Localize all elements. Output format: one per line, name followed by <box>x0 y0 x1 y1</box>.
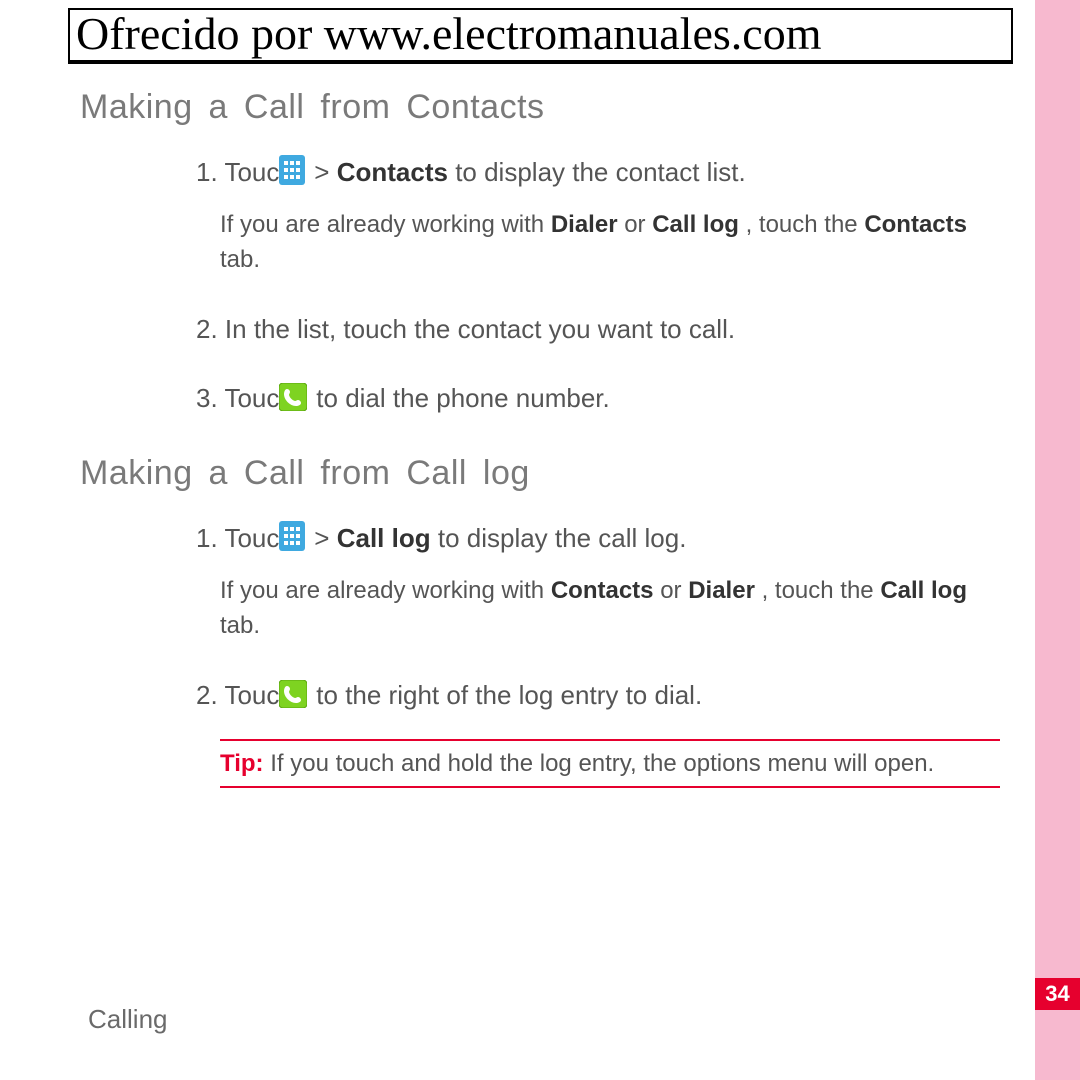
text: to display the contact list. <box>455 157 745 187</box>
bold-text: Contacts <box>337 157 448 187</box>
side-strip <box>1035 0 1080 1080</box>
apps-grid-icon <box>303 155 305 194</box>
text: > <box>314 523 336 553</box>
text: to the right of the log entry to dial. <box>316 680 702 710</box>
tip-callout: Tip: If you touch and hold the log entry… <box>220 739 1000 789</box>
apps-grid-icon <box>303 521 305 560</box>
section-title-calllog: Making a Call from Call log <box>80 454 1000 493</box>
text: to display the call log. <box>438 523 687 553</box>
bold-text: Call log <box>880 577 967 604</box>
step-b2: 2. Touch to the right of the log entry t… <box>80 678 1000 717</box>
bold-text: Dialer <box>551 211 618 238</box>
bold-text: Call log <box>652 211 739 238</box>
text: If you are already working with <box>220 577 551 604</box>
bold-text: Call log <box>337 523 431 553</box>
section-title-contacts: Making a Call from Contacts <box>80 88 1000 127</box>
step-a1: 1. Touch > Contacts to display the conta… <box>80 155 1000 194</box>
text: to dial the phone number. <box>316 383 609 413</box>
step-a3: 3. Touch to dial the phone number. <box>80 381 1000 420</box>
text: , touch the <box>746 211 865 238</box>
phone-call-icon <box>303 680 307 717</box>
text: tab. <box>220 246 260 273</box>
text: If you are already working with <box>220 211 551 238</box>
text: > <box>314 157 336 187</box>
text: or <box>624 211 652 238</box>
page-content: Making a Call from Contacts 1. Touch > C… <box>80 70 1000 788</box>
step-a1-note: If you are already working with Dialer o… <box>80 208 1000 278</box>
tip-text: If you touch and hold the log entry, the… <box>270 750 934 777</box>
step-b1-note: If you are already working with Contacts… <box>80 574 1000 644</box>
bold-text: Dialer <box>688 577 755 604</box>
text: , touch the <box>762 577 881 604</box>
bold-text: Contacts <box>551 577 654 604</box>
text: tab. <box>220 612 260 639</box>
text: or <box>660 577 688 604</box>
step-a2: 2. In the list, touch the contact you wa… <box>80 312 1000 347</box>
header-banner: Ofrecido por www.electromanuales.com <box>68 8 1013 64</box>
tip-label: Tip: <box>220 750 270 777</box>
step-b1: 1. Touch > Call log to display the call … <box>80 521 1000 560</box>
phone-call-icon <box>303 383 307 420</box>
footer-chapter: Calling <box>88 1004 168 1035</box>
bold-text: Contacts <box>864 211 967 238</box>
page-number: 34 <box>1035 978 1080 1010</box>
